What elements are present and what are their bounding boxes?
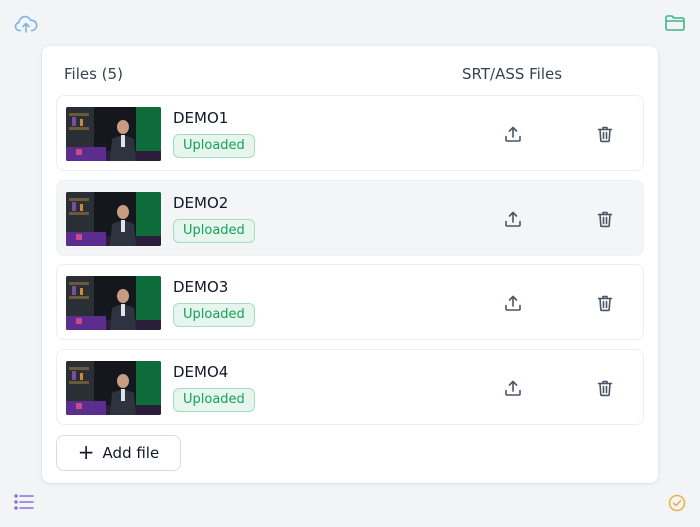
status-badge: Uploaded [173, 303, 255, 327]
file-name: DEMO2 [173, 194, 229, 212]
list-icon[interactable] [13, 492, 35, 512]
file-row[interactable]: DEMO4 Uploaded [56, 349, 644, 425]
plus-icon: + [77, 440, 95, 464]
video-thumbnail [66, 192, 161, 246]
status-badge: Uploaded [173, 134, 255, 158]
add-file-button[interactable]: + Add file [56, 435, 181, 471]
cloud-upload-icon[interactable] [14, 13, 38, 35]
upload-icon[interactable] [503, 293, 523, 313]
add-file-label: Add file [102, 444, 160, 462]
file-row[interactable]: DEMO2 Uploaded [56, 180, 644, 256]
trash-icon[interactable] [595, 378, 615, 398]
file-name: DEMO1 [173, 109, 229, 127]
files-count-header: Files (5) [64, 65, 123, 83]
srt-files-header: SRT/ASS Files [462, 65, 563, 83]
file-name: DEMO3 [173, 278, 229, 296]
file-row[interactable]: DEMO3 Uploaded [56, 264, 644, 340]
video-thumbnail [66, 276, 161, 330]
upload-icon[interactable] [503, 209, 523, 229]
status-badge: Uploaded [173, 388, 255, 412]
status-badge: Uploaded [173, 219, 255, 243]
video-thumbnail [66, 361, 161, 415]
file-name: DEMO4 [173, 363, 229, 381]
check-circle-icon[interactable] [667, 493, 687, 513]
trash-icon[interactable] [595, 124, 615, 144]
upload-icon[interactable] [503, 124, 523, 144]
video-thumbnail [66, 107, 161, 161]
file-row[interactable]: DEMO1 Uploaded [56, 95, 644, 171]
files-panel: Files (5) SRT/ASS Files DEMO1 Uploaded D… [42, 46, 658, 483]
trash-icon[interactable] [595, 293, 615, 313]
trash-icon[interactable] [595, 209, 615, 229]
upload-icon[interactable] [503, 378, 523, 398]
folder-icon[interactable] [664, 13, 686, 33]
